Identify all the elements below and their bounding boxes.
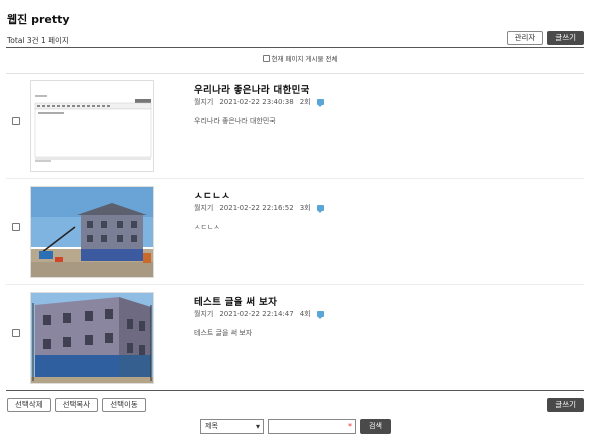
post-datetime: 2021-02-22 22:16:52 — [219, 204, 294, 212]
post-author[interactable]: 월지기 — [194, 204, 213, 212]
select-all-label: 현재 페이지 게시물 전체 — [271, 55, 338, 63]
post-summary[interactable]: 테스트 글을 써 보자 — [194, 328, 252, 338]
editor-screenshot-image — [31, 81, 153, 171]
post-summary[interactable]: 우리나라 좋은나라 대한민국 — [194, 116, 276, 126]
post-subject[interactable]: 우리나라 좋은나라 대한민국 — [194, 82, 310, 96]
comment-icon — [316, 205, 324, 213]
post-hits: 4회 — [299, 310, 311, 318]
search-field-select[interactable]: 제목 — [200, 419, 264, 434]
post-meta: 월지기 2021-02-22 22:16:52 3회 — [194, 203, 324, 213]
bottom-button-group: 선택삭제 선택복사 선택이동 — [7, 398, 146, 412]
admin-button[interactable]: 관리자 — [506, 31, 544, 45]
building-construction-photo — [31, 293, 153, 383]
post-summary[interactable]: ㅅㄷㄴㅅ — [194, 222, 220, 232]
post-hits: 3회 — [299, 204, 311, 212]
post-thumbnail[interactable] — [30, 80, 154, 172]
list-item: ㅅㄷㄴㅅ 월지기 2021-02-22 22:16:52 3회 ㅅㄷㄴㅅ — [6, 180, 584, 285]
building-crane-photo — [31, 187, 153, 277]
row-checkbox[interactable] — [12, 117, 20, 125]
post-meta: 월지기 2021-02-22 23:40:38 2회 — [194, 97, 324, 107]
comment-icon — [316, 311, 324, 319]
divider — [6, 47, 584, 48]
move-selected-button[interactable]: 선택이동 — [102, 398, 146, 412]
required-mark: * — [348, 422, 352, 431]
search-button[interactable]: 검색 — [360, 419, 391, 434]
post-subject[interactable]: 테스트 글을 써 보자 — [194, 294, 277, 308]
write-button[interactable]: 글쓰기 — [547, 398, 584, 412]
total-count: Total 3건 1 페이지 — [7, 36, 69, 45]
top-button-group: 관리자 글쓰기 — [506, 31, 584, 45]
post-thumbnail[interactable] — [30, 292, 154, 384]
post-hits: 2회 — [299, 98, 311, 106]
post-datetime: 2021-02-22 23:40:38 — [219, 98, 294, 106]
divider — [6, 390, 584, 391]
row-checkbox[interactable] — [12, 329, 20, 337]
post-meta: 월지기 2021-02-22 22:14:47 4회 — [194, 309, 324, 319]
post-thumbnail[interactable] — [30, 186, 154, 278]
post-author[interactable]: 월지기 — [194, 310, 213, 318]
row-checkbox[interactable] — [12, 223, 20, 231]
write-button[interactable]: 글쓰기 — [547, 31, 584, 45]
post-datetime: 2021-02-22 22:14:47 — [219, 310, 294, 318]
page-title: 웹진 pretty — [7, 13, 70, 26]
post-subject[interactable]: ㅅㄷㄴㅅ — [194, 188, 230, 202]
delete-selected-button[interactable]: 선택삭제 — [7, 398, 51, 412]
search-input[interactable]: * — [268, 419, 356, 434]
post-author[interactable]: 월지기 — [194, 98, 213, 106]
copy-selected-button[interactable]: 선택복사 — [54, 398, 99, 412]
list-item: 우리나라 좋은나라 대한민국 월지기 2021-02-22 23:40:38 2회 … — [6, 74, 584, 179]
select-all[interactable]: 현재 페이지 게시물 전체 — [0, 53, 600, 63]
search-bar: 제목 * 검색 — [200, 419, 391, 434]
comment-icon — [316, 99, 324, 107]
select-all-checkbox[interactable] — [262, 55, 270, 62]
list-item: 테스트 글을 써 보자 월지기 2021-02-22 22:14:47 4회 테스트… — [6, 286, 584, 391]
